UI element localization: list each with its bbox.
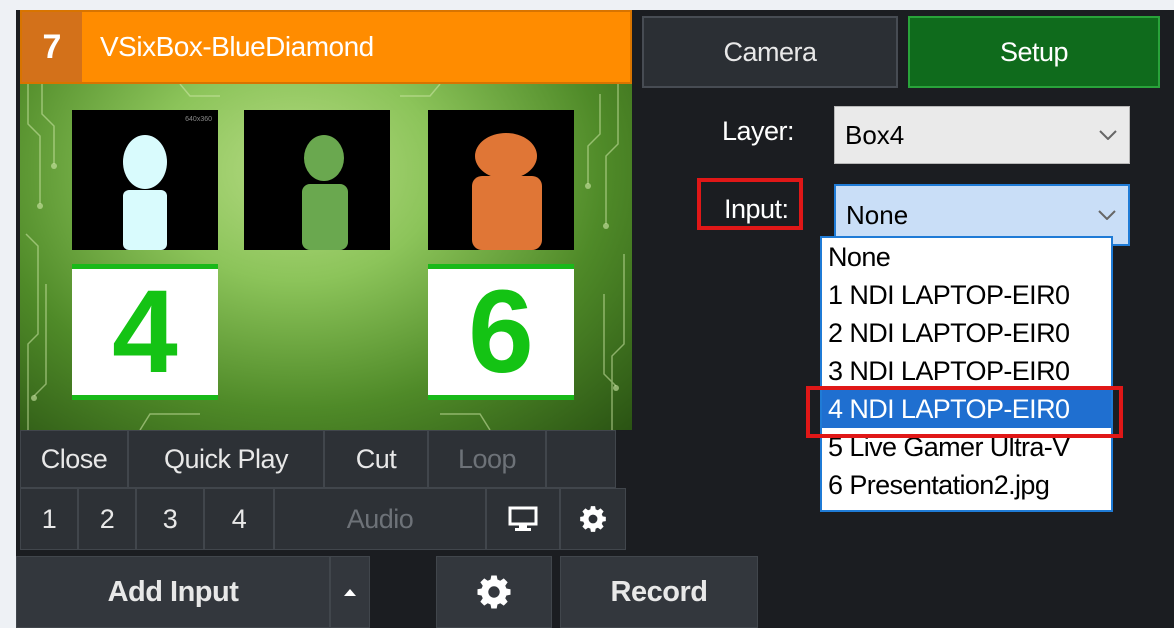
loop-button[interactable]: Loop (428, 430, 546, 488)
chevron-down-icon (1098, 210, 1116, 220)
camera-slot-2 (244, 110, 390, 250)
dropdown-option-6[interactable]: 6 Presentation2.jpg (822, 466, 1111, 504)
settings-button[interactable] (436, 556, 552, 628)
person-silhouette-icon (302, 135, 348, 250)
camera-slot-1: 640x360 (72, 110, 218, 250)
gear-icon (477, 575, 511, 609)
monitor-icon (508, 506, 538, 531)
cut-button[interactable]: Cut (324, 430, 428, 488)
input-source-dropdown: None 1 NDI LAPTOP-EIR0 2 NDI LAPTOP-EIR0… (820, 236, 1113, 512)
input-title: VSixBox-BlueDiamond (100, 31, 374, 62)
layer-label: Layer: (722, 116, 795, 146)
add-input-menu-button[interactable] (330, 556, 370, 628)
monitor-button[interactable] (486, 488, 560, 550)
tab-setup[interactable]: Setup (908, 16, 1160, 88)
layer-value: Box4 (845, 119, 905, 150)
close-button[interactable]: Close (20, 430, 128, 488)
overlay-1-button[interactable]: 1 (20, 488, 78, 550)
overlay-3-button[interactable]: 3 (136, 488, 204, 550)
input-number: 7 (22, 12, 82, 82)
record-button[interactable]: Record (560, 556, 758, 628)
chevron-down-icon (1099, 130, 1117, 140)
audio-button[interactable]: Audio (274, 488, 486, 550)
person-silhouette-icon (123, 135, 167, 250)
add-input-button[interactable]: Add Input (16, 556, 330, 628)
box-label-6: 6 (428, 264, 574, 400)
option-highlight-box (806, 386, 1123, 438)
quick-play-button[interactable]: Quick Play (128, 430, 324, 488)
camera-slot-3 (428, 110, 574, 250)
tab-camera[interactable]: Camera (642, 16, 898, 88)
input-preview[interactable]: 640x360 4 6 (20, 84, 632, 430)
dropdown-option-3[interactable]: 3 NDI LAPTOP-EIR0 (822, 352, 1111, 390)
input-source-value: None (846, 199, 909, 230)
blank-button[interactable] (546, 430, 616, 488)
box-label-4: 4 (72, 264, 218, 400)
dropdown-option-1[interactable]: 1 NDI LAPTOP-EIR0 (822, 276, 1111, 314)
resolution-label: 640x360 (185, 116, 212, 123)
overlay-2-button[interactable]: 2 (78, 488, 136, 550)
overlay-4-button[interactable]: 4 (204, 488, 274, 550)
input-title-bar[interactable]: 7 VSixBox-BlueDiamond (20, 10, 632, 84)
caret-up-icon (344, 589, 356, 596)
dropdown-option-none[interactable]: None (822, 238, 1111, 276)
input-settings-button[interactable] (560, 488, 626, 550)
person-silhouette-icon (472, 133, 542, 250)
dropdown-option-2[interactable]: 2 NDI LAPTOP-EIR0 (822, 314, 1111, 352)
input-label-highlight (697, 178, 803, 230)
gear-icon (580, 506, 606, 532)
layer-select[interactable]: Box4 (834, 106, 1130, 164)
